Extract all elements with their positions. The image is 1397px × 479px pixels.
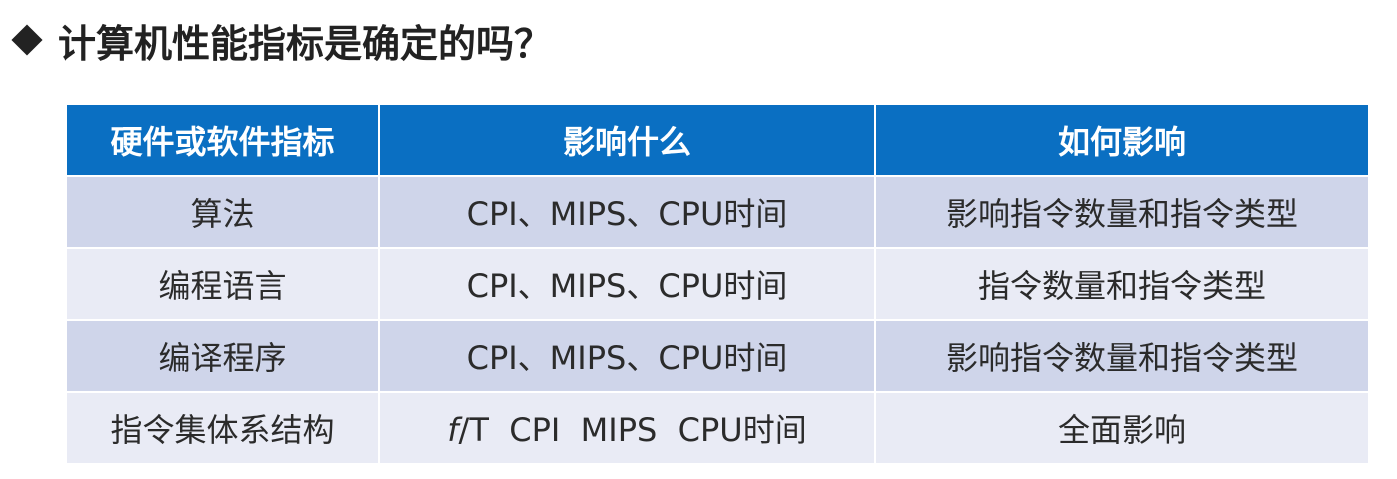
cell-affects: CPI、MIPS、CPU时间 (379, 320, 876, 393)
table-row: 编程语言 CPI、MIPS、CPU时间 指令数量和指令类型 (67, 248, 1368, 321)
cell-how: 全面影响 (875, 392, 1368, 465)
cell-how: 影响指令数量和指令类型 (875, 176, 1368, 249)
cell-affects: f/T CPI MIPS CPU时间 (379, 392, 876, 465)
cell-factor: 编译程序 (67, 320, 380, 393)
table-row: 指令集体系结构 f/T CPI MIPS CPU时间 全面影响 (67, 392, 1368, 465)
cell-affects-text: /T CPI MIPS CPU时间 (458, 411, 807, 449)
slide-title: 计算机性能指标是确定的吗？ (8, 12, 552, 68)
cell-affects: CPI、MIPS、CPU时间 (379, 176, 876, 249)
performance-factors-table: 硬件或软件指标 影响什么 如何影响 算法 CPI、MIPS、CPU时间 影响指令… (67, 105, 1368, 465)
table-row: 算法 CPI、MIPS、CPU时间 影响指令数量和指令类型 (67, 176, 1368, 249)
column-header-factor: 硬件或软件指标 (67, 105, 380, 177)
table-row: 编译程序 CPI、MIPS、CPU时间 影响指令数量和指令类型 (67, 320, 1368, 393)
diamond-bullet-icon (11, 24, 43, 56)
column-header-how: 如何影响 (875, 105, 1368, 177)
cell-factor: 算法 (67, 176, 380, 249)
cell-how: 指令数量和指令类型 (875, 248, 1368, 321)
cell-factor: 指令集体系结构 (67, 392, 380, 465)
slide-title-text: 计算机性能指标是确定的吗？ (58, 21, 553, 66)
frequency-symbol: f (447, 411, 459, 449)
cell-affects: CPI、MIPS、CPU时间 (379, 248, 876, 321)
table-header-row: 硬件或软件指标 影响什么 如何影响 (67, 105, 1368, 177)
cell-factor: 编程语言 (67, 248, 380, 321)
column-header-affects: 影响什么 (379, 105, 876, 177)
cell-how: 影响指令数量和指令类型 (875, 320, 1368, 393)
